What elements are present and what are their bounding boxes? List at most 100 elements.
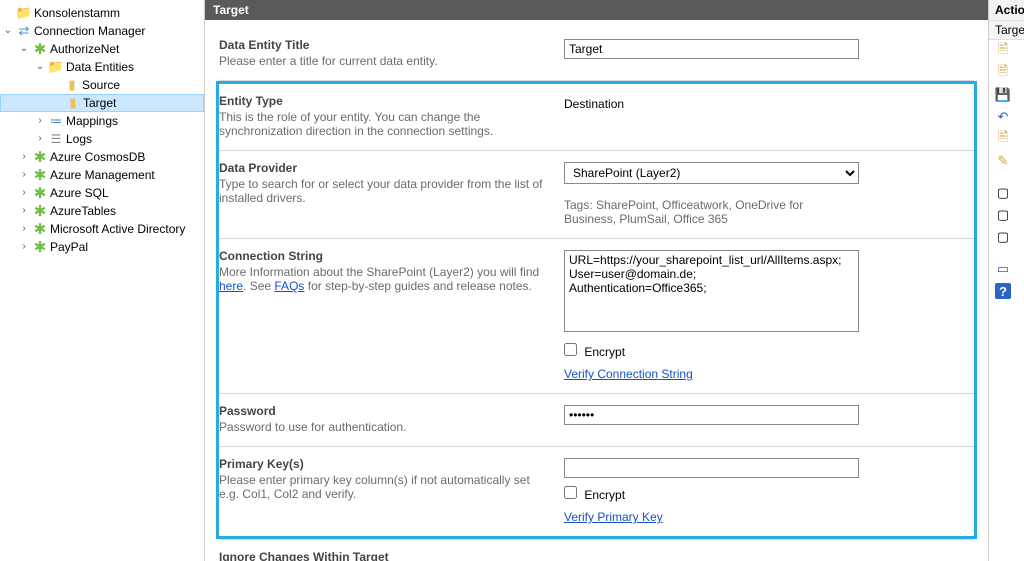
mappings-icon: ≔ xyxy=(48,113,64,129)
field-description: Please enter a title for current data en… xyxy=(219,54,546,68)
actions-header: Actions xyxy=(989,0,1024,21)
encrypt-label[interactable]: Encrypt xyxy=(584,488,625,502)
puzzle-icon: ✱ xyxy=(32,185,48,201)
field-label: Password xyxy=(219,404,546,418)
generic-icon: ▢ xyxy=(995,185,1011,201)
tree-label: PayPal xyxy=(50,240,88,254)
field-description: More Information about the SharePoint (L… xyxy=(219,265,546,293)
tree-item-connection-manager[interactable]: ⌄ ⇄ Connection Manager xyxy=(0,22,204,40)
field-data-provider: Data Provider Type to search for or sele… xyxy=(219,151,974,239)
tree-item-target[interactable]: ▮ Target xyxy=(0,94,204,112)
tree-item-sql[interactable]: › ✱ Azure SQL xyxy=(0,184,204,202)
primary-key-input[interactable] xyxy=(564,458,859,478)
actions-item[interactable]: ▢ xyxy=(989,182,1024,204)
encrypt-primary-key-checkbox[interactable] xyxy=(564,486,577,499)
chevron-right-icon[interactable]: › xyxy=(18,188,30,198)
chevron-right-icon[interactable]: › xyxy=(18,206,30,216)
puzzle-icon: ✱ xyxy=(32,41,48,57)
folder-icon: 📁 xyxy=(48,59,64,75)
actions-item[interactable]: ↶ xyxy=(989,106,1024,128)
field-connection-string: Connection String More Information about… xyxy=(219,239,974,394)
tree-label: Connection Manager xyxy=(34,24,145,38)
desc-text: More Information about the SharePoint (L… xyxy=(219,265,539,279)
verify-primary-key-link[interactable]: Verify Primary Key xyxy=(564,510,663,524)
chevron-right-icon[interactable]: › xyxy=(18,242,30,252)
database-icon: ▮ xyxy=(64,77,80,93)
puzzle-icon: ✱ xyxy=(32,239,48,255)
tree-item-mgmt[interactable]: › ✱ Azure Management xyxy=(0,166,204,184)
provider-tags: Tags: SharePoint, Officeatwork, OneDrive… xyxy=(564,198,854,226)
actions-item[interactable]: 🗎 xyxy=(989,40,1024,62)
password-input[interactable] xyxy=(564,405,859,425)
data-entity-title-input[interactable] xyxy=(564,39,859,59)
puzzle-icon: ✱ xyxy=(32,167,48,183)
generic-icon: ▢ xyxy=(995,207,1011,223)
chevron-down-icon[interactable]: ⌄ xyxy=(34,62,46,72)
actions-item[interactable]: 💾 xyxy=(989,84,1024,106)
chevron-right-icon[interactable]: › xyxy=(18,152,30,162)
puzzle-icon: ✱ xyxy=(32,221,48,237)
tree-item-logs[interactable]: › ☰ Logs xyxy=(0,130,204,148)
field-description: Type to search for or select your data p… xyxy=(219,177,546,205)
connection-string-textarea[interactable]: URL=https://your_sharepoint_list_url/All… xyxy=(564,250,859,332)
chevron-right-icon[interactable]: › xyxy=(34,134,46,144)
field-password: Password Password to use for authenticat… xyxy=(219,394,974,447)
window-icon: ▭ xyxy=(995,261,1011,277)
chevron-down-icon[interactable]: ⌄ xyxy=(18,44,30,54)
chevron-right-icon[interactable]: › xyxy=(34,116,46,126)
field-description: Password to use for authentication. xyxy=(219,420,546,434)
entity-type-value: Destination xyxy=(564,95,974,111)
actions-subtitle: Target xyxy=(989,21,1024,40)
actions-item[interactable]: ✎ xyxy=(989,150,1024,172)
form-header: Target xyxy=(205,0,988,20)
tree-item-root[interactable]: 📁 Konsolenstamm xyxy=(0,4,204,22)
tree-item-cosmos[interactable]: › ✱ Azure CosmosDB xyxy=(0,148,204,166)
tree-label: Mappings xyxy=(66,114,118,128)
actions-panel: Actions Target 🗎 🗎 💾 ↶ 🗎 ✎ ▢ ▢ ▢ ▭ ? xyxy=(988,0,1024,561)
chevron-right-icon[interactable]: › xyxy=(18,224,30,234)
tree-item-authorizenet[interactable]: ⌄ ✱ AuthorizeNet xyxy=(0,40,204,58)
field-entity-type: Entity Type This is the role of your ent… xyxy=(219,84,974,151)
actions-item[interactable]: 🗎 xyxy=(989,62,1024,84)
field-data-entity-title: Data Entity Title Please enter a title f… xyxy=(219,28,974,81)
encrypt-connection-checkbox[interactable] xyxy=(564,343,577,356)
folder-icon: 📁 xyxy=(16,5,32,21)
logs-icon: ☰ xyxy=(48,131,64,147)
verify-connection-link[interactable]: Verify Connection String xyxy=(564,367,693,381)
actions-item[interactable]: ? xyxy=(989,280,1024,302)
tree-item-paypal[interactable]: › ✱ PayPal xyxy=(0,238,204,256)
desc-text: . See xyxy=(243,279,274,293)
chevron-down-icon[interactable]: ⌄ xyxy=(2,26,14,36)
generic-icon: ▢ xyxy=(995,229,1011,245)
field-label: Data Entity Title xyxy=(219,38,546,52)
tree-item-source[interactable]: ▮ Source xyxy=(0,76,204,94)
faqs-link[interactable]: FAQs xyxy=(274,279,304,293)
edit-icon: ✎ xyxy=(995,153,1011,169)
field-label: Ignore Changes Within Target xyxy=(219,550,546,561)
field-label: Data Provider xyxy=(219,161,546,175)
actions-item[interactable]: ▢ xyxy=(989,226,1024,248)
tree-item-data-entities[interactable]: ⌄ 📁 Data Entities xyxy=(0,58,204,76)
actions-item[interactable]: ▢ xyxy=(989,204,1024,226)
tree-label: Azure Management xyxy=(50,168,155,182)
tree-label: AzureTables xyxy=(50,204,116,218)
undo-icon: ↶ xyxy=(995,109,1011,125)
data-provider-select[interactable]: SharePoint (Layer2) xyxy=(564,162,859,184)
actions-item[interactable]: 🗎 xyxy=(989,128,1024,150)
tree-item-tables[interactable]: › ✱ AzureTables xyxy=(0,202,204,220)
puzzle-icon: ✱ xyxy=(32,149,48,165)
connection-manager-icon: ⇄ xyxy=(16,23,32,39)
tree-label: Azure CosmosDB xyxy=(50,150,145,164)
encrypt-label[interactable]: Encrypt xyxy=(584,345,625,359)
page-icon: 🗎 xyxy=(995,65,1011,81)
actions-item[interactable]: ▭ xyxy=(989,258,1024,280)
tree-item-mappings[interactable]: › ≔ Mappings xyxy=(0,112,204,130)
here-link[interactable]: here xyxy=(219,279,243,293)
field-label: Entity Type xyxy=(219,94,546,108)
tree-label: Logs xyxy=(66,132,92,146)
form-panel: Target Data Entity Title Please enter a … xyxy=(205,0,988,561)
help-icon: ? xyxy=(995,283,1011,299)
chevron-right-icon[interactable]: › xyxy=(18,170,30,180)
tree-label: Konsolenstamm xyxy=(34,6,120,20)
tree-item-mad[interactable]: › ✱ Microsoft Active Directory xyxy=(0,220,204,238)
